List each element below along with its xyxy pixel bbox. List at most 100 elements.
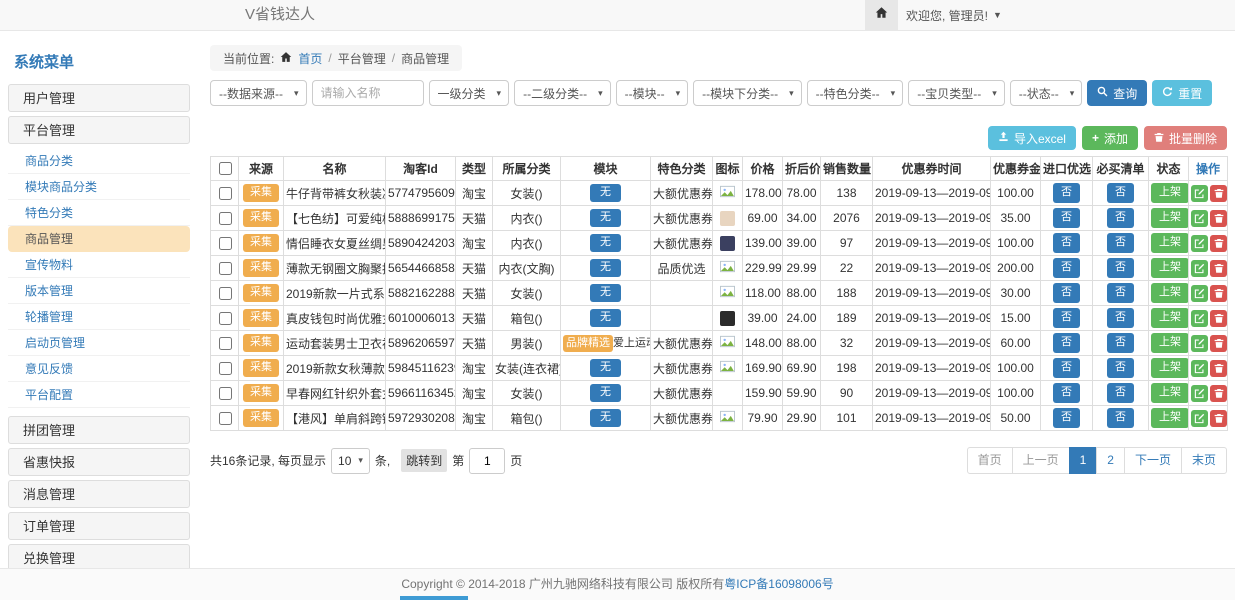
must-buy-toggle[interactable]: 否 [1107,333,1134,352]
status-toggle[interactable]: 上架 [1151,283,1189,302]
row-checkbox[interactable] [219,312,232,325]
delete-button[interactable] [1210,360,1227,377]
page-button-1[interactable]: 上一页 [1012,447,1070,474]
import-select-toggle[interactable]: 否 [1053,408,1080,427]
sidebar-item-11[interactable]: 平台配置 [8,382,190,408]
page-number-input[interactable] [469,448,505,474]
page-button-3[interactable]: 2 [1096,447,1125,474]
edit-button[interactable] [1191,210,1208,227]
sidebar-item-13[interactable]: 省惠快报 [8,448,190,476]
edit-button[interactable] [1191,285,1208,302]
edit-button[interactable] [1191,260,1208,277]
page-button-0[interactable]: 首页 [967,447,1013,474]
sidebar-item-5[interactable]: 商品管理 [8,226,190,252]
sidebar-item-12[interactable]: 拼团管理 [8,416,190,444]
sidebar-item-9[interactable]: 启动页管理 [8,330,190,356]
home-button[interactable] [865,0,898,30]
sidebar-item-0[interactable]: 用户管理 [8,84,190,112]
must-buy-toggle[interactable]: 否 [1107,358,1134,377]
import-select-toggle[interactable]: 否 [1053,383,1080,402]
edit-button[interactable] [1191,410,1208,427]
item-type-select[interactable]: --宝贝类型--▾ [908,80,1005,106]
status-toggle[interactable]: 上架 [1151,233,1189,252]
name-input[interactable] [312,80,424,106]
status-toggle[interactable]: 上架 [1151,258,1189,277]
status-toggle[interactable]: 上架 [1151,308,1189,327]
breadcrumb-home-link[interactable]: 首页 [298,50,322,67]
module-sub-category-select[interactable]: --模块下分类--▾ [693,80,802,106]
status-toggle[interactable]: 上架 [1151,383,1189,402]
row-checkbox[interactable] [219,362,232,375]
feature-category-select[interactable]: --特色分类--▾ [807,80,904,106]
must-buy-toggle[interactable]: 否 [1107,258,1134,277]
row-checkbox[interactable] [219,287,232,300]
import-select-toggle[interactable]: 否 [1053,333,1080,352]
level1-category-select[interactable]: 一级分类▾ [429,80,510,106]
user-menu[interactable]: 欢迎您, 管理员! ▼ [906,0,1002,30]
must-buy-toggle[interactable]: 否 [1107,233,1134,252]
import-select-toggle[interactable]: 否 [1053,233,1080,252]
row-checkbox[interactable] [219,237,232,250]
must-buy-toggle[interactable]: 否 [1107,208,1134,227]
search-button[interactable]: 查询 [1087,80,1147,106]
delete-button[interactable] [1210,185,1227,202]
delete-button[interactable] [1210,235,1227,252]
delete-button[interactable] [1210,310,1227,327]
status-toggle[interactable]: 上架 [1151,358,1189,377]
import-select-toggle[interactable]: 否 [1053,283,1080,302]
edit-button[interactable] [1191,235,1208,252]
level2-category-select[interactable]: --二级分类--▾ [514,80,611,106]
module-select[interactable]: --模块--▾ [616,80,689,106]
edit-button[interactable] [1191,385,1208,402]
status-toggle[interactable]: 上架 [1151,408,1189,427]
sidebar-item-2[interactable]: 商品分类 [8,148,190,174]
row-checkbox[interactable] [219,212,232,225]
delete-button[interactable] [1210,285,1227,302]
row-checkbox[interactable] [219,187,232,200]
row-checkbox[interactable] [219,387,232,400]
jump-button[interactable]: 跳转到 [401,449,447,472]
data-source-select[interactable]: --数据来源--▾ [210,80,307,106]
delete-button[interactable] [1210,335,1227,352]
edit-button[interactable] [1191,310,1208,327]
sidebar-item-10[interactable]: 意见反馈 [8,356,190,382]
sidebar-item-8[interactable]: 轮播管理 [8,304,190,330]
must-buy-toggle[interactable]: 否 [1107,408,1134,427]
batch-delete-button[interactable]: 批量删除 [1144,126,1227,150]
sidebar-item-1[interactable]: 平台管理 [8,116,190,144]
icp-link[interactable]: 粤ICP备16098006号 [724,577,833,591]
sidebar-item-6[interactable]: 宣传物料 [8,252,190,278]
must-buy-toggle[interactable]: 否 [1107,183,1134,202]
must-buy-toggle[interactable]: 否 [1107,283,1134,302]
delete-button[interactable] [1210,410,1227,427]
sidebar-item-7[interactable]: 版本管理 [8,278,190,304]
delete-button[interactable] [1210,385,1227,402]
edit-button[interactable] [1191,335,1208,352]
import-excel-button[interactable]: 导入excel [988,126,1076,150]
must-buy-toggle[interactable]: 否 [1107,308,1134,327]
row-checkbox[interactable] [219,412,232,425]
delete-button[interactable] [1210,210,1227,227]
import-select-toggle[interactable]: 否 [1053,208,1080,227]
status-select[interactable]: --状态--▾ [1010,80,1083,106]
sidebar-item-14[interactable]: 消息管理 [8,480,190,508]
edit-button[interactable] [1191,360,1208,377]
reset-button[interactable]: 重置 [1152,80,1212,106]
page-button-2[interactable]: 1 [1069,447,1098,474]
sidebar-item-4[interactable]: 特色分类 [8,200,190,226]
row-checkbox[interactable] [219,262,232,275]
per-page-select[interactable]: 10 ▾ [331,448,370,474]
sidebar-item-3[interactable]: 模块商品分类 [8,174,190,200]
sidebar-item-15[interactable]: 订单管理 [8,512,190,540]
page-button-4[interactable]: 下一页 [1124,447,1182,474]
status-toggle[interactable]: 上架 [1151,208,1189,227]
import-select-toggle[interactable]: 否 [1053,358,1080,377]
select-all-checkbox[interactable] [219,162,232,175]
import-select-toggle[interactable]: 否 [1053,308,1080,327]
status-toggle[interactable]: 上架 [1151,183,1189,202]
must-buy-toggle[interactable]: 否 [1107,383,1134,402]
edit-button[interactable] [1191,185,1208,202]
delete-button[interactable] [1210,260,1227,277]
import-select-toggle[interactable]: 否 [1053,183,1080,202]
status-toggle[interactable]: 上架 [1151,333,1189,352]
